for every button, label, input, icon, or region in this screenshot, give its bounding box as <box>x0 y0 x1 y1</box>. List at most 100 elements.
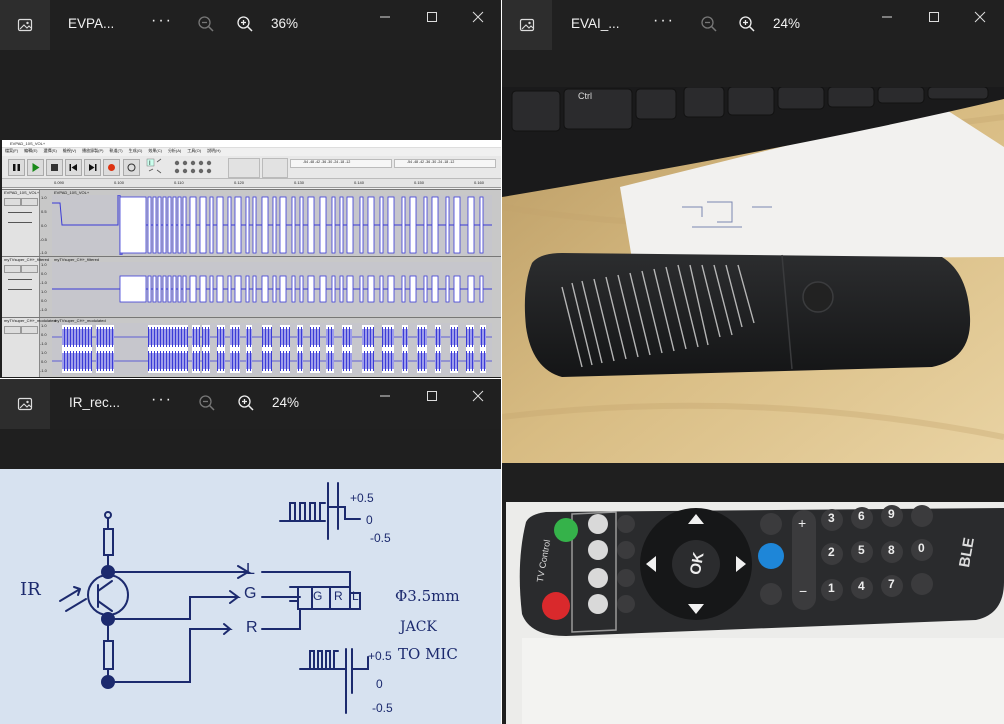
window-title: EVAI_... <box>571 16 620 31</box>
time-tick: 0.150 <box>414 180 425 185</box>
digit-1: 1 <box>828 581 835 595</box>
audacity-title-bar: EVPAD_10S_VOL+ <box>2 140 501 148</box>
zoom-out-icon[interactable] <box>197 15 215 33</box>
menu-effect[interactable]: 效果(C) <box>148 148 162 155</box>
gain-slider[interactable] <box>8 279 32 280</box>
scale-label: 1.0 <box>41 262 47 267</box>
top-neg-label: -0.5 <box>370 531 391 545</box>
schematic-photo: IR L G R G R L Φ3.5mm JACK TO MIC +0.5 0… <box>0 469 501 724</box>
scale-label: 1.0 <box>41 350 47 355</box>
recording-meter-scale: -54 -48 -42 -36 -30 -24 -18 -12 <box>303 160 351 164</box>
menu-analyze[interactable]: 分析(A) <box>168 148 181 155</box>
stop-button[interactable] <box>46 159 63 176</box>
scale-label: -1.0 <box>40 341 47 346</box>
menu-generate[interactable]: 生成(G) <box>129 148 143 155</box>
digit-5: 5 <box>858 543 865 557</box>
mute-button[interactable] <box>4 265 21 273</box>
close-button[interactable] <box>455 383 501 409</box>
minimize-button[interactable] <box>362 383 408 409</box>
top-pos-label: +0.5 <box>350 491 374 505</box>
jack-r-label: R <box>334 589 343 603</box>
l-label: L <box>246 561 255 578</box>
photo-viewer-window-evpa: EVPA... ··· 36% EVPAD_10S_VOL+ 檔案(F) 編輯(… <box>0 0 501 378</box>
to-mic-label: TO MIC <box>398 645 458 663</box>
title-bar: IR_rec... ··· 24% <box>0 379 501 429</box>
record-button[interactable] <box>103 159 120 176</box>
time-tick: 0.140 <box>354 180 365 185</box>
solo-button[interactable] <box>21 198 38 206</box>
recording-meter[interactable]: -54 -48 -42 -36 -30 -24 -18 -12 <box>290 159 392 168</box>
zoom-out-icon[interactable] <box>700 15 718 33</box>
digit-8: 8 <box>888 543 895 557</box>
mute-button[interactable] <box>4 198 21 206</box>
maximize-button[interactable] <box>409 383 455 409</box>
more-options-button[interactable]: ··· <box>151 12 173 30</box>
playback-meter[interactable]: -54 -48 -42 -36 -30 -24 -18 -12 <box>394 159 496 168</box>
track-control-panel[interactable]: myTVsuper_CH+_modulated <box>2 318 56 377</box>
top-zero-label: 0 <box>366 513 373 527</box>
digit-6: 6 <box>858 509 865 523</box>
menu-edit[interactable]: 編輯(E) <box>24 148 37 155</box>
tools-toolbar[interactable]: I <box>146 158 226 176</box>
minimize-button[interactable] <box>864 4 910 30</box>
time-tick: 0.100 <box>114 180 125 185</box>
audacity-window-title: EVPAD_10S_VOL+ <box>10 141 46 146</box>
maximize-button[interactable] <box>409 4 455 30</box>
zoom-out-icon[interactable] <box>198 394 216 412</box>
mute-button[interactable] <box>4 326 21 334</box>
zoom-in-icon[interactable] <box>738 15 756 33</box>
more-options-button[interactable]: ··· <box>151 391 173 409</box>
track-scale: 1.0 0.0 -1.0 1.0 0.0 -1.0 <box>40 262 51 316</box>
menu-tracks[interactable]: 軌道(T) <box>109 148 122 155</box>
audio-track-1[interactable]: EVPAD_10S_VOL+ EVPAD_10S_VOL+ 1.0 0.5 0.… <box>2 189 501 256</box>
solo-button[interactable] <box>21 265 38 273</box>
scale-label: 0.5 <box>41 209 47 214</box>
audio-track-3[interactable]: myTVsuper_CH+_modulated myTVsuper_CH+_mo… <box>2 317 501 377</box>
zoom-in-icon[interactable] <box>237 394 255 412</box>
digit-3: 3 <box>828 511 835 525</box>
share-audio-button[interactable] <box>262 158 288 178</box>
timeline-ruler[interactable]: 0.090 0.100 0.110 0.120 0.130 0.140 0.15… <box>2 179 501 188</box>
time-tick: 0.130 <box>294 180 305 185</box>
menu-transport[interactable]: 播放錄製(P) <box>82 148 103 155</box>
window-title: EVPA... <box>68 16 115 31</box>
menu-file[interactable]: 檔案(F) <box>5 148 18 155</box>
zoom-level: 24% <box>272 395 300 410</box>
more-options-button[interactable]: ··· <box>653 12 675 30</box>
menu-tools[interactable]: 工具(O) <box>187 148 201 155</box>
zoom-in-icon[interactable] <box>236 15 254 33</box>
pause-button[interactable] <box>8 159 25 176</box>
pan-slider[interactable] <box>8 222 32 223</box>
audio-setup-button[interactable] <box>228 158 260 178</box>
photos-app-icon <box>0 0 50 50</box>
close-button[interactable] <box>957 4 1003 30</box>
menu-help[interactable]: 說明(H) <box>207 148 221 155</box>
maximize-button[interactable] <box>911 4 957 30</box>
svg-text:Ctrl: Ctrl <box>578 91 592 101</box>
close-button[interactable] <box>455 4 501 30</box>
title-bar: EVPA... ··· 36% <box>0 0 501 50</box>
scale-label: -1.0 <box>40 368 47 373</box>
gain-slider[interactable] <box>8 212 32 213</box>
audacity-toolbar: I -54 -48 -42 -36 -30 -24 -18 -12 -54 -4… <box>2 156 501 179</box>
scale-label: -0.5 <box>40 237 47 242</box>
track-control-panel[interactable]: EVPAD_10S_VOL+ <box>2 190 40 256</box>
solo-button[interactable] <box>21 326 38 334</box>
digit-4: 4 <box>858 579 865 593</box>
skip-start-button[interactable] <box>65 159 82 176</box>
track-control-panel[interactable]: myTVsuper_CH+_filtered <box>2 257 49 317</box>
play-button[interactable] <box>27 159 44 176</box>
minimize-button[interactable] <box>362 4 408 30</box>
menu-view[interactable]: 檢視(V) <box>63 148 76 155</box>
photos-app-icon <box>502 0 552 50</box>
menu-select[interactable]: 選擇(S) <box>43 148 56 155</box>
jack-l-label: L <box>352 589 359 603</box>
time-tick: 0.090 <box>54 180 65 185</box>
skip-end-button[interactable] <box>84 159 101 176</box>
svg-text:−: − <box>799 583 807 599</box>
audio-track-2[interactable]: myTVsuper_CH+_filtered myTVsuper_CH+_fil… <box>2 256 501 317</box>
jack-g-label: G <box>313 589 323 603</box>
plug-label: Φ3.5mm <box>395 587 460 605</box>
loop-button[interactable] <box>123 159 140 176</box>
pan-slider[interactable] <box>8 289 32 290</box>
